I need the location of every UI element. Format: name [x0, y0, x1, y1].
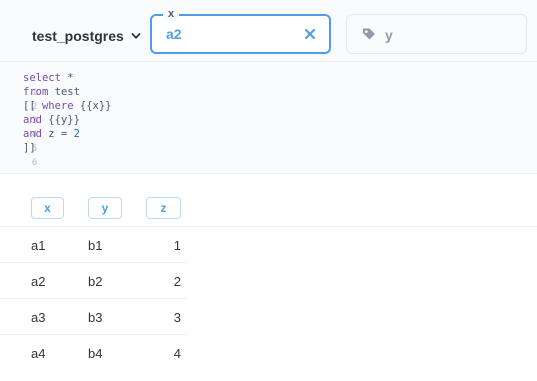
code-text: and {{y}} — [23, 114, 80, 126]
tag-icon — [363, 28, 375, 40]
code-line[interactable]: 4 and {{y}} — [0, 113, 80, 140]
cell-z: 3 — [173, 310, 181, 325]
database-picker[interactable]: test_postgres — [32, 26, 141, 46]
results-table: x y z a1 b1 1 a2 b2 2 a3 b3 3 a4 b4 4 — [0, 175, 537, 381]
code-text: ]] — [23, 142, 36, 154]
cell-x: a2 — [31, 274, 46, 289]
code-text: from test — [23, 86, 80, 98]
cell-y: b2 — [88, 274, 103, 289]
table-row: a1 b1 1 — [0, 227, 188, 263]
filter-bar: test_postgres x a2 y — [0, 0, 537, 62]
code-text: and z = 2 — [23, 128, 80, 140]
code-line[interactable]: 6 ]] — [0, 141, 37, 168]
database-name: test_postgres — [32, 28, 124, 44]
cell-x: a1 — [31, 238, 46, 253]
column-header-z[interactable]: z — [146, 197, 181, 219]
cell-y: b1 — [88, 238, 103, 253]
cell-z: 2 — [173, 274, 181, 289]
cell-y: b4 — [88, 346, 103, 361]
cell-z: 4 — [173, 346, 181, 361]
parameter-y-placeholder: y — [385, 27, 393, 43]
column-header-y[interactable]: y — [88, 197, 122, 219]
cell-y: b3 — [88, 310, 103, 325]
line-number: 6 — [31, 158, 38, 168]
code-line[interactable]: 3 [[ where {{x}} — [0, 99, 112, 126]
code-line[interactable]: 1 select * — [0, 71, 74, 98]
chevron-down-icon — [131, 33, 141, 39]
column-header-x[interactable]: x — [31, 197, 64, 219]
table-row: a3 b3 3 — [0, 299, 188, 335]
cell-x: a3 — [31, 310, 46, 325]
sql-editor[interactable]: 1 select * 2 from test 3 [[ where {{x}} … — [0, 62, 537, 174]
code-line[interactable]: 5 and z = 2 — [0, 127, 80, 154]
parameter-y-widget[interactable]: y — [346, 14, 527, 54]
table-row: a2 b2 2 — [0, 263, 188, 299]
parameter-x-widget[interactable]: x a2 — [150, 7, 331, 54]
cell-x: a4 — [31, 346, 46, 361]
parameter-x-value[interactable]: a2 — [166, 26, 182, 42]
code-line[interactable]: 2 from test — [0, 85, 80, 112]
cell-z: 1 — [173, 238, 181, 253]
table-row: a4 b4 4 — [0, 335, 188, 371]
code-text: [[ where {{x}} — [23, 100, 112, 112]
parameter-x-label: x — [163, 7, 180, 21]
code-text: select * — [23, 72, 74, 84]
close-icon[interactable] — [303, 27, 317, 41]
